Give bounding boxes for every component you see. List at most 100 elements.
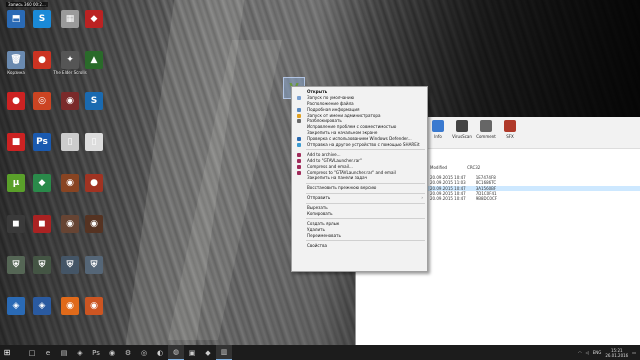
language-indicator[interactable]: ENG [593, 350, 602, 355]
menu-item-icon [297, 107, 301, 112]
taskbar-winrar-icon[interactable]: ▥ [216, 345, 232, 360]
clock[interactable]: 15:21 26.01.2016 [605, 348, 628, 358]
app-icon: ◉ [61, 297, 79, 315]
desktop-icon[interactable]: ◉ [80, 297, 108, 333]
column-crc32[interactable]: CRC32 [467, 165, 480, 170]
menu-item-label: Удалить [307, 226, 325, 232]
desktop-icon[interactable]: μ [2, 174, 30, 210]
menu-item-label: Закрепить на панели задач [307, 175, 368, 181]
menu-item-label: Вырезать [307, 205, 328, 211]
taskbar-app-3-icon[interactable]: ▣ [184, 345, 200, 360]
context-menu-item[interactable]: Свойства [292, 243, 427, 249]
app-icon: ◉ [85, 297, 103, 315]
desktop-icon[interactable]: ● [80, 174, 108, 210]
taskbar-media-icon[interactable]: ◉ [104, 345, 120, 360]
desktop-icon[interactable]: ◈ [2, 297, 30, 333]
toolbar-sfx-button[interactable]: SFX [500, 120, 520, 148]
context-menu-item[interactable]: Восстановить прежнюю версию [292, 185, 427, 191]
clock-date: 26.01.2016 [605, 352, 629, 358]
desktop-icon[interactable]: ⛨ [80, 256, 108, 292]
menu-separator [306, 218, 425, 220]
sfx-icon [504, 120, 516, 132]
desktop-icon[interactable]: ⬒ [2, 10, 30, 46]
desktop-icon[interactable]: ◎ [28, 92, 56, 128]
column-modified[interactable]: Modified [430, 165, 447, 170]
file-modified-cell: 20.09.2015 10:47 [430, 175, 466, 180]
taskbar-edge-icon[interactable]: e [40, 345, 56, 360]
menu-item-label: Разблокировать [307, 118, 342, 124]
file-crc-cell: 0C1686TC [475, 180, 497, 186]
file-row[interactable]: 20.09.2015 10:47 1E7474F8 [430, 175, 496, 180]
file-row[interactable]: 20.09.2015 10:47 3A1560BF [430, 186, 496, 191]
toolbar-info-button[interactable]: Info [428, 120, 448, 148]
toolbar-virusscan-button[interactable]: VirusScan [452, 120, 472, 148]
window-title-tooltip: Запись 360 00:2... [6, 2, 48, 7]
context-menu-item[interactable]: Переименовать [292, 233, 427, 239]
app-icon: ◆ [33, 174, 51, 192]
menu-item-icon [297, 158, 301, 163]
desktop-icon[interactable]: ▯ [80, 133, 108, 169]
desktop-icon[interactable]: 🗑 Корзина [2, 51, 30, 87]
menu-item-label: Переименовать [307, 232, 341, 238]
taskbar-app-1-icon[interactable]: ◐ [152, 345, 168, 360]
menu-item-label: Восстановить прежнюю версию [307, 185, 377, 191]
app-icon: ● [7, 92, 25, 110]
desktop-icon[interactable]: ◆ [28, 174, 56, 210]
toolbar-comment-button[interactable]: Comment [476, 120, 496, 148]
tray-volume-icon[interactable]: ◁ [586, 350, 589, 355]
desktop-icon[interactable]: S [80, 92, 108, 128]
column-headers: Modified CRC32 [430, 165, 480, 170]
tray-network-icon[interactable]: ◠ [578, 350, 582, 355]
menu-separator [306, 202, 425, 204]
notifications-icon[interactable]: ▭ [632, 350, 636, 355]
app-icon: ● [33, 51, 51, 69]
desktop-icon-label: Корзина [7, 70, 25, 75]
desktop-icon[interactable]: ◆ [80, 10, 108, 46]
menu-item-label: Отправка на другое устройство с помощью … [307, 142, 420, 148]
desktop-icon[interactable]: ⛨ [2, 256, 30, 292]
context-menu-item[interactable]: Отправить › [292, 195, 427, 201]
taskbar-chrome-icon[interactable]: ◎ [136, 345, 152, 360]
menu-item-label: Отправить [307, 195, 331, 201]
app-icon: 🗑 [7, 51, 25, 69]
context-menu-item[interactable]: Отправка на другое устройство с помощью … [292, 142, 427, 148]
comment-icon [480, 120, 492, 132]
file-row[interactable]: 20.09.2015 10:47 7D1C0F41 [430, 191, 497, 196]
desktop-icon[interactable]: ◼ [28, 215, 56, 251]
taskbar-task-view-icon[interactable]: □ [24, 345, 40, 360]
desktop-icon[interactable]: S [28, 10, 56, 46]
desktop-icon[interactable]: ▲ [80, 51, 108, 87]
desktop-icon[interactable]: ◼ [2, 215, 30, 251]
context-menu-item[interactable]: Копировать [292, 211, 427, 217]
desktop-icon[interactable]: ■ [2, 133, 30, 169]
desktop-icon[interactable]: ⛨ [28, 256, 56, 292]
menu-separator [306, 149, 425, 151]
menu-item-icon [297, 137, 301, 142]
context-menu-item[interactable]: Закрепить на панели задач [292, 175, 427, 181]
file-crc-cell: 3A1560BF [475, 185, 497, 191]
taskbar-store-icon[interactable]: ◈ [72, 345, 88, 360]
taskbar-app-4-icon[interactable]: ◆ [200, 345, 216, 360]
file-row[interactable]: 20.09.2015 10:47 9B8DC0CF [430, 196, 497, 201]
app-icon: ⛨ [7, 256, 25, 274]
menu-item-label: Запуск от имени администратора [307, 112, 381, 118]
desktop-icon[interactable]: Ps [28, 133, 56, 169]
file-modified-cell: 20.09.2015 10:47 [430, 185, 466, 191]
app-icon: ◆ [85, 10, 103, 28]
taskbar-file-explorer-icon[interactable]: ▤ [56, 345, 72, 360]
desktop-icon[interactable]: ● [28, 51, 56, 87]
desktop-icon[interactable]: ● [2, 92, 30, 128]
file-crc-cell: 9B8DC0CF [475, 196, 498, 202]
start-button[interactable]: ⊞ [0, 345, 14, 360]
app-icon: ◼ [33, 215, 51, 233]
file-row[interactable]: 20.09.2015 11:03 0C1686TC [430, 180, 496, 185]
menu-item-icon [297, 164, 301, 169]
taskbar-settings-icon[interactable]: ⚙ [120, 345, 136, 360]
taskbar-photoshop-icon[interactable]: Ps [88, 345, 104, 360]
app-icon: μ [7, 174, 25, 192]
menu-item-label: Исправление проблем с совместимостью [307, 124, 397, 130]
desktop-icon[interactable]: ◉ [80, 215, 108, 251]
desktop-icon[interactable]: ◈ [28, 297, 56, 333]
taskbar-app-2-icon[interactable]: ◍ [168, 345, 184, 360]
menu-item-label: Открыть [307, 89, 328, 94]
